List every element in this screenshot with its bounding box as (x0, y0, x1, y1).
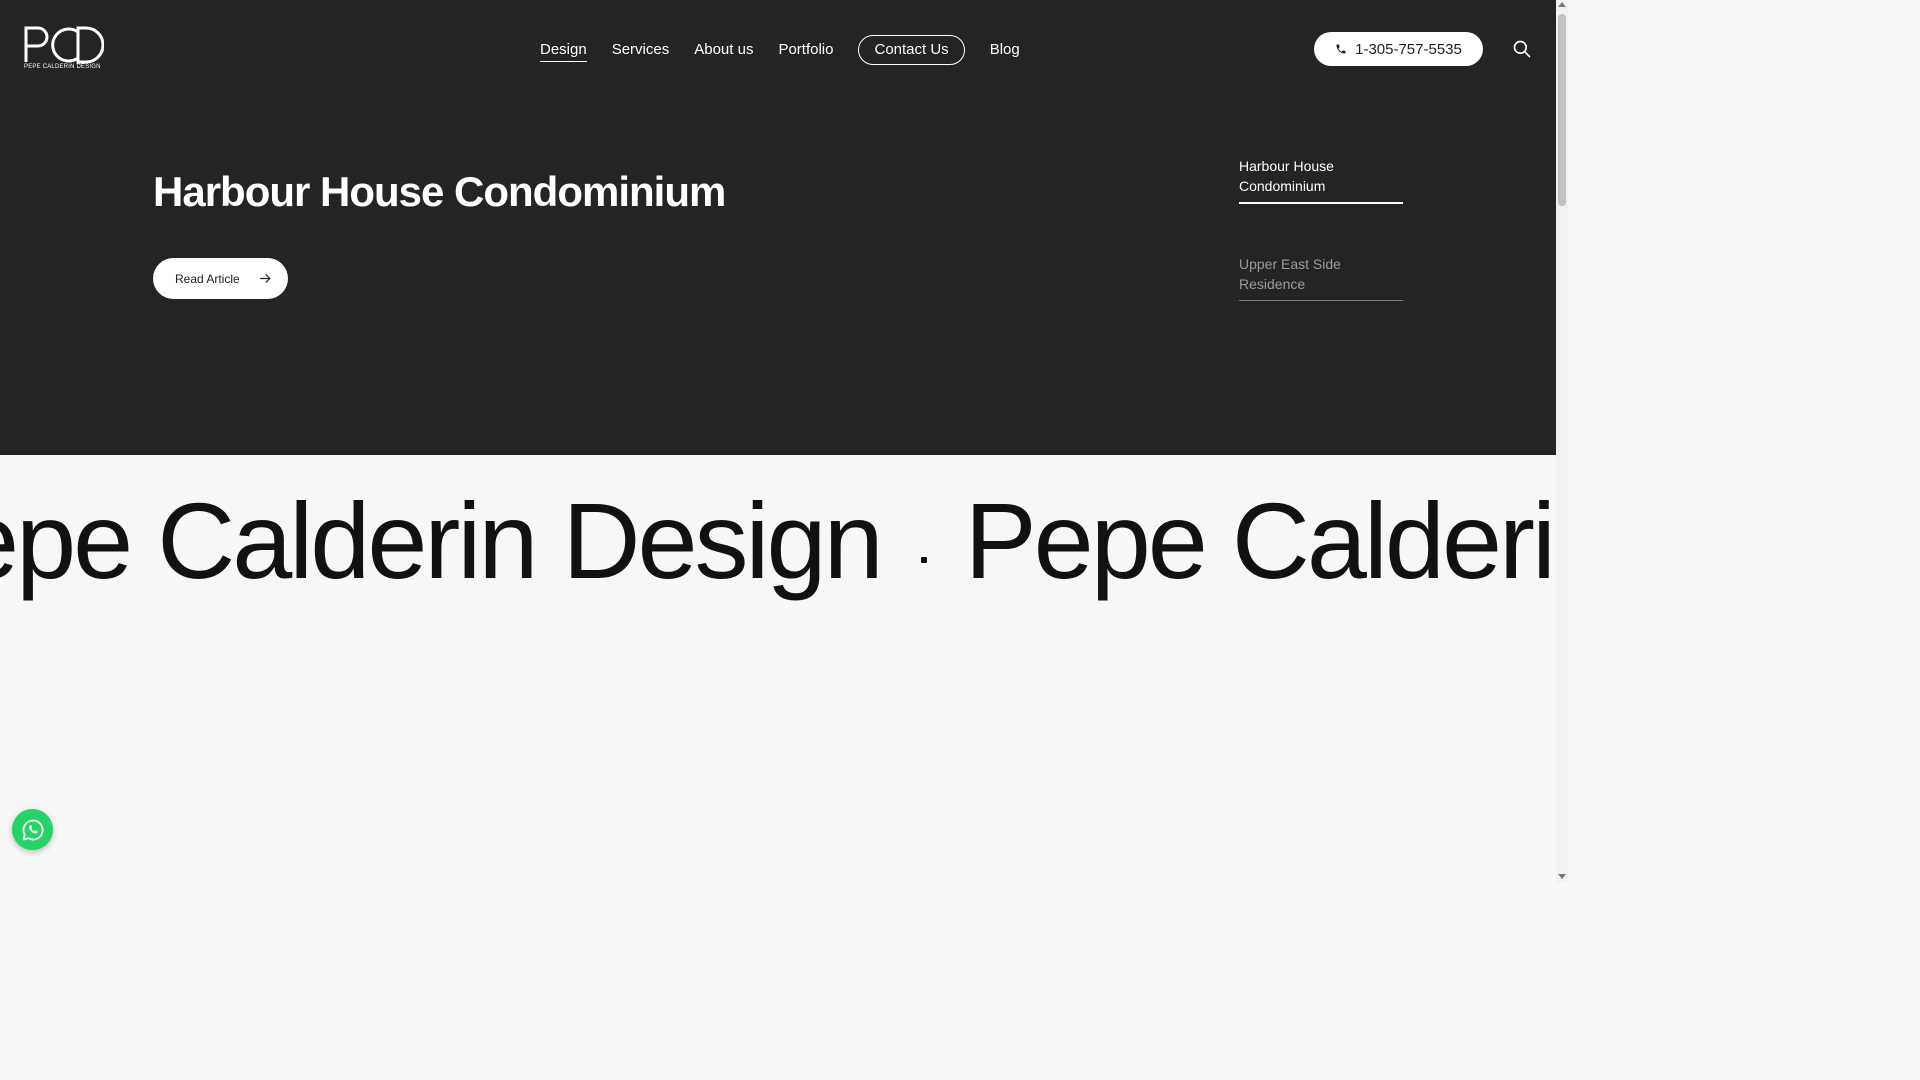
nav-item-contact-us[interactable]: Contact Us (858, 35, 965, 65)
brand-logo[interactable]: PEPE CALDERIN DESIGN (24, 24, 104, 74)
main-nav: Design Services About us Portfolio Conta… (540, 35, 1045, 65)
slider-item-harbour-house[interactable]: Harbour House Condominium (1239, 156, 1403, 204)
marquee-separator (920, 557, 927, 563)
phone-icon (1336, 44, 1346, 54)
read-article-button[interactable]: Read Article (153, 258, 288, 299)
slider-item-upper-east-side[interactable]: Upper East Side Residence (1239, 254, 1403, 301)
phone-button[interactable]: 1-305-757-5535 (1314, 32, 1483, 66)
marquee-text: Pepe Calderin Design (964, 479, 1556, 601)
hero-section: PEPE CALDERIN DESIGN Design Services Abo… (0, 0, 1556, 455)
phone-number: 1-305-757-5535 (1355, 40, 1462, 58)
search-icon[interactable] (1512, 39, 1532, 59)
nav-item-design[interactable]: Design (540, 39, 587, 62)
nav-item-portfolio[interactable]: Portfolio (778, 39, 833, 61)
whatsapp-button[interactable] (12, 809, 53, 850)
nav-item-services[interactable]: Services (612, 39, 670, 61)
page-scrollbar[interactable] (1556, 0, 1568, 882)
marquee-text: Pepe Calderin Design (0, 479, 884, 601)
read-article-label: Read Article (175, 271, 240, 286)
whatsapp-icon (22, 819, 43, 840)
scroll-up-arrow-icon[interactable] (1558, 2, 1566, 7)
marquee-track: Pepe Calderin Design Pepe Calderin Desig… (0, 470, 1556, 610)
brand-marquee: Pepe Calderin Design Pepe Calderin Desig… (0, 470, 1556, 610)
scroll-down-arrow-icon[interactable] (1558, 874, 1566, 879)
project-slider-nav: Harbour House Condominium Upper East Sid… (1239, 156, 1403, 301)
nav-item-about-us[interactable]: About us (694, 39, 753, 61)
pcd-logo-mark (24, 26, 104, 64)
nav-item-blog[interactable]: Blog (990, 39, 1020, 61)
arrow-right-icon (260, 274, 271, 283)
logo-wordmark: PEPE CALDERIN DESIGN (24, 64, 101, 70)
hero-title: Harbour House Condominium (153, 168, 726, 215)
scrollbar-thumb[interactable] (1558, 14, 1566, 206)
